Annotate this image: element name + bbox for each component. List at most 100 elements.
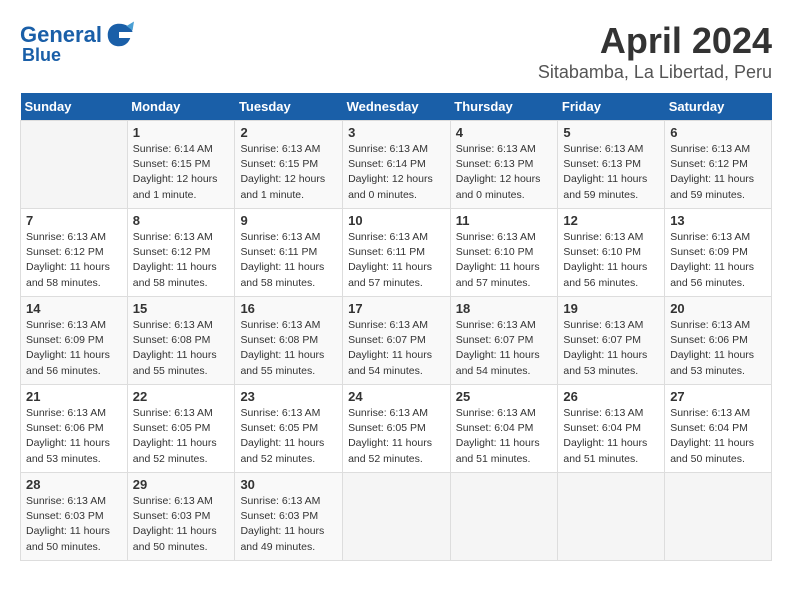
day-info: Sunrise: 6:13 AMSunset: 6:12 PMDaylight:… bbox=[26, 230, 122, 291]
day-info: Sunrise: 6:13 AMSunset: 6:06 PMDaylight:… bbox=[670, 318, 766, 379]
day-info: Sunrise: 6:13 AMSunset: 6:08 PMDaylight:… bbox=[240, 318, 337, 379]
calendar-cell bbox=[665, 473, 772, 561]
calendar-cell: 13 Sunrise: 6:13 AMSunset: 6:09 PMDayligh… bbox=[665, 209, 772, 297]
day-info: Sunrise: 6:13 AMSunset: 6:14 PMDaylight:… bbox=[348, 142, 445, 203]
day-info: Sunrise: 6:13 AMSunset: 6:04 PMDaylight:… bbox=[670, 406, 766, 467]
calendar-header: SundayMondayTuesdayWednesdayThursdayFrid… bbox=[21, 93, 772, 121]
calendar-week-3: 14Sunrise: 6:13 AMSunset: 6:09 PMDayligh… bbox=[21, 297, 772, 385]
day-number: 10 bbox=[348, 213, 445, 228]
calendar-cell: 24 Sunrise: 6:13 AMSunset: 6:05 PMDayligh… bbox=[343, 385, 451, 473]
weekday-header-friday: Friday bbox=[558, 93, 665, 121]
calendar-cell: 26 Sunrise: 6:13 AMSunset: 6:04 PMDayligh… bbox=[558, 385, 665, 473]
calendar-table: SundayMondayTuesdayWednesdayThursdayFrid… bbox=[20, 93, 772, 561]
day-info: Sunrise: 6:13 AMSunset: 6:05 PMDaylight:… bbox=[133, 406, 230, 467]
day-number: 23 bbox=[240, 389, 337, 404]
page-header: General Blue April 2024 Sitabamba, La Li… bbox=[20, 20, 772, 83]
day-number: 7 bbox=[26, 213, 122, 228]
day-info: Sunrise: 6:13 AMSunset: 6:09 PMDaylight:… bbox=[26, 318, 122, 379]
weekday-header-saturday: Saturday bbox=[665, 93, 772, 121]
calendar-cell: 27 Sunrise: 6:13 AMSunset: 6:04 PMDayligh… bbox=[665, 385, 772, 473]
day-info: Sunrise: 6:13 AMSunset: 6:03 PMDaylight:… bbox=[133, 494, 230, 555]
calendar-cell: 18 Sunrise: 6:13 AMSunset: 6:07 PMDayligh… bbox=[450, 297, 558, 385]
day-info: Sunrise: 6:13 AMSunset: 6:10 PMDaylight:… bbox=[563, 230, 659, 291]
calendar-cell: 23 Sunrise: 6:13 AMSunset: 6:05 PMDayligh… bbox=[235, 385, 343, 473]
day-info: Sunrise: 6:13 AMSunset: 6:12 PMDaylight:… bbox=[670, 142, 766, 203]
day-info: Sunrise: 6:13 AMSunset: 6:05 PMDaylight:… bbox=[240, 406, 337, 467]
calendar-cell: 7 Sunrise: 6:13 AMSunset: 6:12 PMDaylight… bbox=[21, 209, 128, 297]
day-number: 30 bbox=[240, 477, 337, 492]
day-number: 20 bbox=[670, 301, 766, 316]
calendar-cell: 21Sunrise: 6:13 AMSunset: 6:06 PMDayligh… bbox=[21, 385, 128, 473]
calendar-cell: 1 Sunrise: 6:14 AMSunset: 6:15 PMDaylight… bbox=[127, 121, 235, 209]
day-info: Sunrise: 6:13 AMSunset: 6:04 PMDaylight:… bbox=[456, 406, 553, 467]
calendar-cell: 2 Sunrise: 6:13 AMSunset: 6:15 PMDaylight… bbox=[235, 121, 343, 209]
calendar-cell: 22Sunrise: 6:13 AMSunset: 6:05 PMDayligh… bbox=[127, 385, 235, 473]
calendar-cell: 8Sunrise: 6:13 AMSunset: 6:12 PMDaylight… bbox=[127, 209, 235, 297]
calendar-subtitle: Sitabamba, La Libertad, Peru bbox=[538, 62, 772, 83]
day-number: 26 bbox=[563, 389, 659, 404]
day-number: 1 bbox=[133, 125, 230, 140]
calendar-cell: 10 Sunrise: 6:13 AMSunset: 6:11 PMDayligh… bbox=[343, 209, 451, 297]
calendar-cell: 15Sunrise: 6:13 AMSunset: 6:08 PMDayligh… bbox=[127, 297, 235, 385]
day-number: 16 bbox=[240, 301, 337, 316]
calendar-cell bbox=[343, 473, 451, 561]
calendar-cell: 9 Sunrise: 6:13 AMSunset: 6:11 PMDaylight… bbox=[235, 209, 343, 297]
calendar-cell: 20 Sunrise: 6:13 AMSunset: 6:06 PMDayligh… bbox=[665, 297, 772, 385]
weekday-header-sunday: Sunday bbox=[21, 93, 128, 121]
weekday-header-tuesday: Tuesday bbox=[235, 93, 343, 121]
day-number: 28 bbox=[26, 477, 122, 492]
day-info: Sunrise: 6:13 AMSunset: 6:11 PMDaylight:… bbox=[240, 230, 337, 291]
day-number: 13 bbox=[670, 213, 766, 228]
day-number: 27 bbox=[670, 389, 766, 404]
calendar-cell: 11Sunrise: 6:13 AMSunset: 6:10 PMDayligh… bbox=[450, 209, 558, 297]
day-info: Sunrise: 6:13 AMSunset: 6:13 PMDaylight:… bbox=[563, 142, 659, 203]
weekday-header-monday: Monday bbox=[127, 93, 235, 121]
weekday-header-wednesday: Wednesday bbox=[343, 93, 451, 121]
calendar-cell: 14Sunrise: 6:13 AMSunset: 6:09 PMDayligh… bbox=[21, 297, 128, 385]
calendar-cell: 17Sunrise: 6:13 AMSunset: 6:07 PMDayligh… bbox=[343, 297, 451, 385]
calendar-title: April 2024 bbox=[538, 20, 772, 62]
day-info: Sunrise: 6:13 AMSunset: 6:03 PMDaylight:… bbox=[240, 494, 337, 555]
day-info: Sunrise: 6:14 AMSunset: 6:15 PMDaylight:… bbox=[133, 142, 230, 203]
day-info: Sunrise: 6:13 AMSunset: 6:05 PMDaylight:… bbox=[348, 406, 445, 467]
day-info: Sunrise: 6:13 AMSunset: 6:13 PMDaylight:… bbox=[456, 142, 553, 203]
calendar-cell bbox=[450, 473, 558, 561]
calendar-cell: 30 Sunrise: 6:13 AMSunset: 6:03 PMDayligh… bbox=[235, 473, 343, 561]
logo-text: General bbox=[20, 23, 102, 47]
weekday-header-thursday: Thursday bbox=[450, 93, 558, 121]
day-number: 9 bbox=[240, 213, 337, 228]
day-number: 19 bbox=[563, 301, 659, 316]
calendar-cell: 4 Sunrise: 6:13 AMSunset: 6:13 PMDaylight… bbox=[450, 121, 558, 209]
day-number: 2 bbox=[240, 125, 337, 140]
day-info: Sunrise: 6:13 AMSunset: 6:10 PMDaylight:… bbox=[456, 230, 553, 291]
calendar-cell: 19 Sunrise: 6:13 AMSunset: 6:07 PMDayligh… bbox=[558, 297, 665, 385]
day-number: 18 bbox=[456, 301, 553, 316]
calendar-body: 1 Sunrise: 6:14 AMSunset: 6:15 PMDaylight… bbox=[21, 121, 772, 561]
day-number: 25 bbox=[456, 389, 553, 404]
day-info: Sunrise: 6:13 AMSunset: 6:07 PMDaylight:… bbox=[456, 318, 553, 379]
day-info: Sunrise: 6:13 AMSunset: 6:08 PMDaylight:… bbox=[133, 318, 230, 379]
calendar-week-4: 21Sunrise: 6:13 AMSunset: 6:06 PMDayligh… bbox=[21, 385, 772, 473]
day-info: Sunrise: 6:13 AMSunset: 6:07 PMDaylight:… bbox=[563, 318, 659, 379]
calendar-cell: 6 Sunrise: 6:13 AMSunset: 6:12 PMDaylight… bbox=[665, 121, 772, 209]
day-info: Sunrise: 6:13 AMSunset: 6:12 PMDaylight:… bbox=[133, 230, 230, 291]
calendar-cell: 29Sunrise: 6:13 AMSunset: 6:03 PMDayligh… bbox=[127, 473, 235, 561]
day-number: 17 bbox=[348, 301, 445, 316]
day-number: 5 bbox=[563, 125, 659, 140]
calendar-week-2: 7 Sunrise: 6:13 AMSunset: 6:12 PMDaylight… bbox=[21, 209, 772, 297]
logo-icon bbox=[104, 20, 134, 50]
day-number: 24 bbox=[348, 389, 445, 404]
calendar-cell: 28Sunrise: 6:13 AMSunset: 6:03 PMDayligh… bbox=[21, 473, 128, 561]
day-info: Sunrise: 6:13 AMSunset: 6:04 PMDaylight:… bbox=[563, 406, 659, 467]
day-info: Sunrise: 6:13 AMSunset: 6:11 PMDaylight:… bbox=[348, 230, 445, 291]
day-number: 4 bbox=[456, 125, 553, 140]
day-info: Sunrise: 6:13 AMSunset: 6:09 PMDaylight:… bbox=[670, 230, 766, 291]
weekday-header-row: SundayMondayTuesdayWednesdayThursdayFrid… bbox=[21, 93, 772, 121]
day-info: Sunrise: 6:13 AMSunset: 6:15 PMDaylight:… bbox=[240, 142, 337, 203]
day-info: Sunrise: 6:13 AMSunset: 6:06 PMDaylight:… bbox=[26, 406, 122, 467]
calendar-cell: 16 Sunrise: 6:13 AMSunset: 6:08 PMDayligh… bbox=[235, 297, 343, 385]
day-number: 3 bbox=[348, 125, 445, 140]
calendar-week-1: 1 Sunrise: 6:14 AMSunset: 6:15 PMDaylight… bbox=[21, 121, 772, 209]
day-number: 6 bbox=[670, 125, 766, 140]
calendar-cell: 25 Sunrise: 6:13 AMSunset: 6:04 PMDayligh… bbox=[450, 385, 558, 473]
